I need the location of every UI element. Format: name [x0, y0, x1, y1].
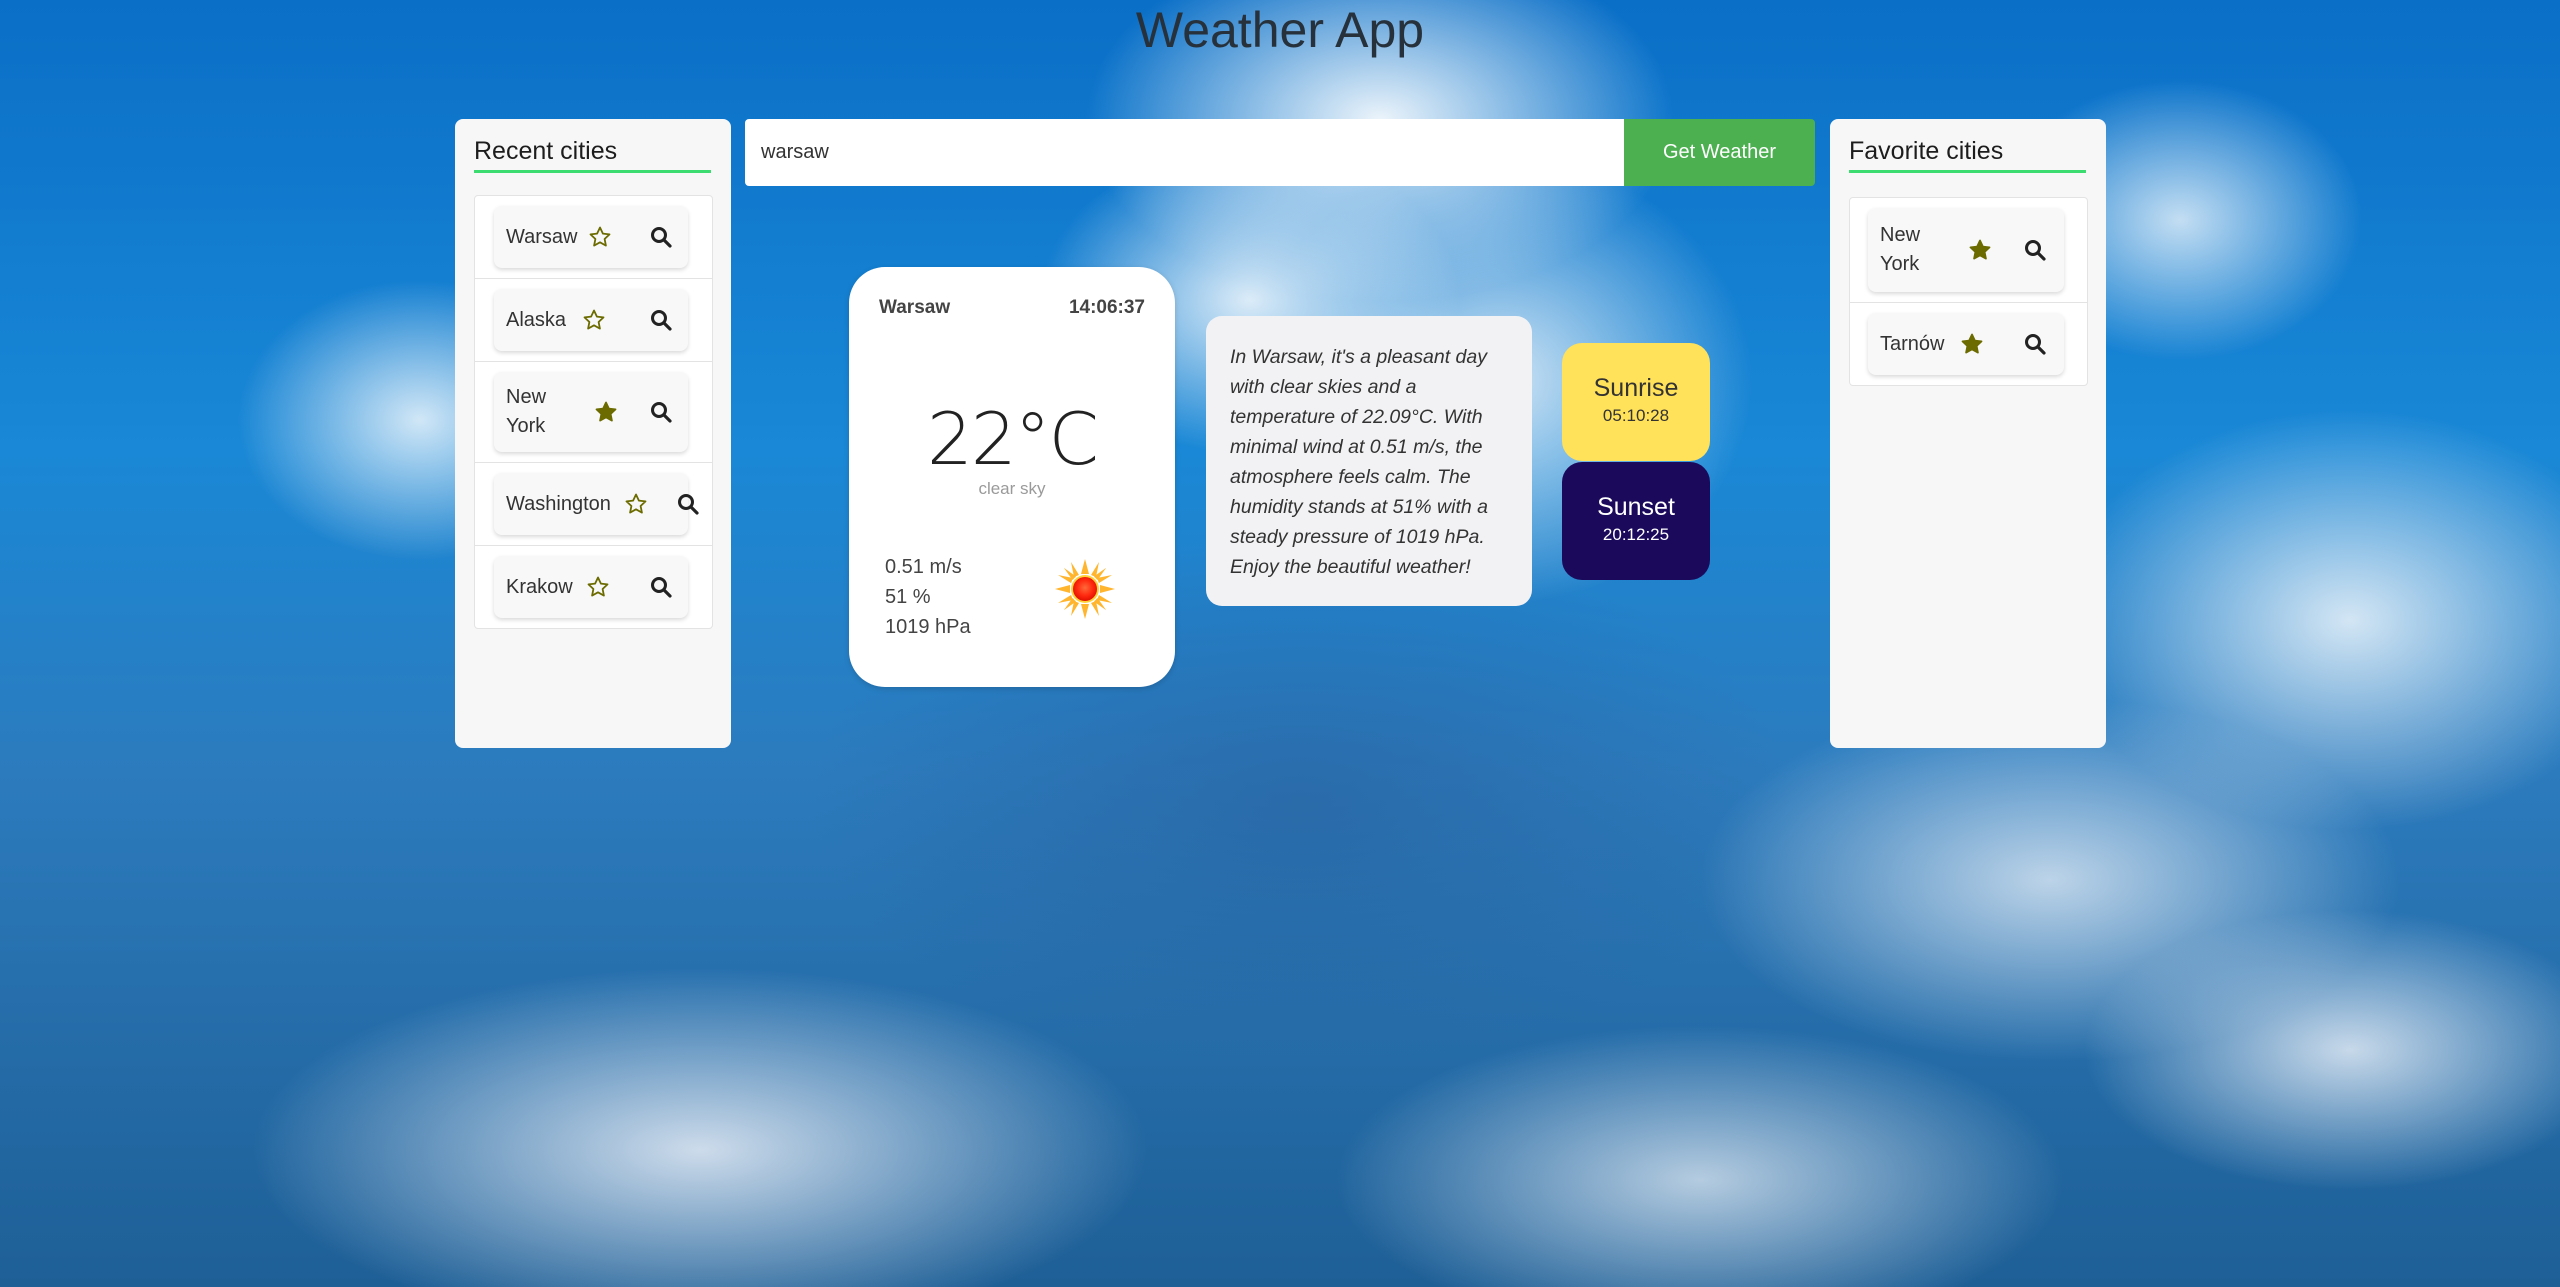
- weather-summary: In Warsaw, it's a pleasant day with clea…: [1206, 316, 1532, 606]
- star-outline-icon[interactable]: [624, 492, 648, 516]
- sunrise-box: Sunrise 05:10:28: [1562, 343, 1710, 461]
- search-icon[interactable]: [650, 309, 672, 331]
- city-card[interactable]: Tarnów: [1868, 313, 2064, 375]
- wind-speed: 0.51 m/s: [885, 556, 962, 578]
- weather-description: clear sky: [978, 479, 1046, 498]
- recent-cities-title: Recent cities: [474, 137, 711, 173]
- city-name: New York: [1880, 224, 1921, 275]
- list-item: Alaska: [475, 279, 712, 362]
- city-card[interactable]: Alaska: [494, 289, 688, 351]
- list-item: Krakow: [475, 546, 712, 628]
- city-name: Warsaw: [506, 225, 578, 248]
- city-search-input[interactable]: [745, 119, 1625, 186]
- favorite-cities-panel: Favorite cities New York Tarnów: [1830, 119, 2106, 748]
- weather-card: Warsaw 14:06:37 22°C clear sky 0.51 m/s …: [849, 267, 1175, 687]
- city-name: Alaska: [506, 308, 567, 331]
- search-icon[interactable]: [677, 493, 699, 515]
- city-name: Tarnów: [1880, 332, 1945, 355]
- search-icon[interactable]: [650, 401, 672, 423]
- city-name: New York: [506, 386, 547, 437]
- star-outline-icon[interactable]: [582, 308, 606, 332]
- sunrise-time: 05:10:28: [1602, 406, 1670, 425]
- city-name: Washington: [506, 492, 611, 515]
- sun-icon: [1054, 558, 1116, 625]
- weather-stats: 0.51 m/s 51 % 1019 hPa: [885, 552, 971, 642]
- favorite-cities-list: New York Tarnów: [1849, 197, 2088, 386]
- list-item: New York: [1850, 198, 2087, 303]
- city-name: Krakow: [506, 575, 573, 598]
- sunrise-label: Sunrise: [1593, 374, 1679, 402]
- city-card[interactable]: Warsaw: [494, 206, 688, 268]
- city-card[interactable]: New York: [1868, 208, 2064, 292]
- star-outline-icon[interactable]: [588, 225, 612, 249]
- city-card[interactable]: Washington: [494, 473, 699, 535]
- recent-cities-panel: Recent cities Warsaw Alaska New York Was…: [455, 119, 731, 748]
- search-icon[interactable]: [2024, 239, 2046, 261]
- sunset-time: 20:12:25: [1602, 525, 1670, 544]
- weather-temperature: 22°C: [927, 397, 1099, 481]
- list-item: Warsaw: [475, 196, 712, 279]
- star-outline-icon[interactable]: [586, 575, 610, 599]
- list-item: Tarnów: [1850, 303, 2087, 385]
- search-icon[interactable]: [650, 576, 672, 598]
- humidity: 51 %: [885, 586, 931, 608]
- favorite-cities-title: Favorite cities: [1849, 137, 2086, 173]
- weather-city: Warsaw: [879, 297, 951, 318]
- get-weather-button[interactable]: Get Weather: [1624, 119, 1815, 186]
- weather-time: 14:06:37: [1068, 297, 1145, 318]
- star-filled-icon[interactable]: [594, 400, 618, 424]
- recent-cities-list: Warsaw Alaska New York Washington Krakow: [474, 195, 713, 629]
- sunset-label: Sunset: [1597, 493, 1675, 521]
- star-filled-icon[interactable]: [1960, 332, 1984, 356]
- city-card[interactable]: Krakow: [494, 556, 688, 618]
- star-filled-icon[interactable]: [1968, 238, 1992, 262]
- app-title: Weather App: [1135, 2, 1425, 58]
- search-icon[interactable]: [650, 226, 672, 248]
- search-icon[interactable]: [2024, 333, 2046, 355]
- pressure: 1019 hPa: [885, 616, 971, 638]
- sunset-box: Sunset 20:12:25: [1562, 462, 1710, 580]
- list-item: Washington: [475, 463, 712, 546]
- city-card[interactable]: New York: [494, 372, 688, 452]
- list-item: New York: [475, 362, 712, 463]
